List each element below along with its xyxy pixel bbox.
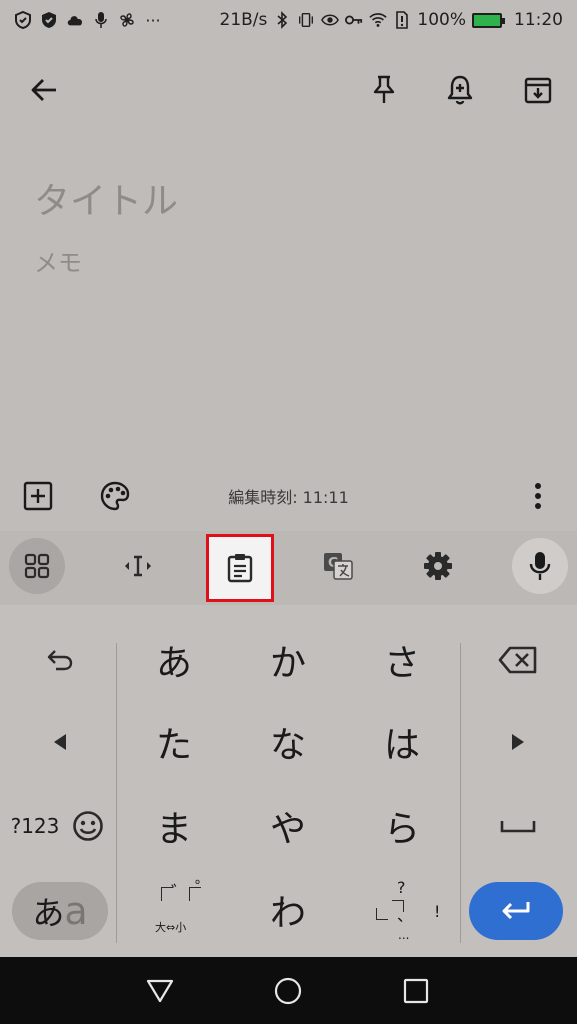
sim-alert-icon <box>393 11 411 29</box>
punct-exclaim: ! <box>434 902 441 921</box>
fan-icon <box>118 11 136 29</box>
kana-key-ta[interactable]: た <box>124 711 224 773</box>
keyboard: G ?123 あa あ か さ た な は ま や ら ゛ ゜ <box>0 531 577 957</box>
kana-key-sa[interactable]: さ <box>352 629 452 691</box>
navigation-bar <box>0 957 577 1024</box>
app-bar <box>0 52 577 128</box>
note-title-input[interactable]: タイトル <box>34 172 178 224</box>
network-speed: 21B/s <box>219 10 268 30</box>
space-key[interactable] <box>488 801 548 851</box>
apps-grid-icon[interactable] <box>9 538 65 594</box>
cloud-icon <box>66 11 84 29</box>
microphone-icon[interactable] <box>512 538 568 594</box>
backspace-key[interactable] <box>488 635 548 685</box>
kana-key-na[interactable]: な <box>238 711 338 773</box>
kana-key-ka[interactable]: か <box>238 629 338 691</box>
status-bar: ··· 21B/s 100% 11:20 <box>0 0 577 40</box>
punct-question: ? <box>397 878 406 897</box>
kana-key-a[interactable]: あ <box>124 629 224 691</box>
more-icon: ··· <box>145 10 161 30</box>
home-circle-icon[interactable] <box>273 976 303 1006</box>
kana-key-ma[interactable]: ま <box>124 795 224 857</box>
symbols-key[interactable]: ?123 <box>6 801 64 851</box>
dakuten-key[interactable]: ゛ ゜ 大⇔小 <box>124 875 224 947</box>
enter-key[interactable] <box>469 882 563 940</box>
kana-key-ya[interactable]: や <box>238 795 338 857</box>
archive-icon[interactable] <box>514 66 562 114</box>
note-body-input[interactable]: メモ <box>34 243 82 278</box>
pin-icon[interactable] <box>360 66 408 114</box>
keyboard-divider-right <box>460 643 461 943</box>
vibrate-icon <box>297 11 315 29</box>
wifi-icon <box>369 11 388 29</box>
shield-filled-icon <box>40 11 58 29</box>
punct-ellipsis: ... <box>398 928 410 942</box>
punct-period-box <box>376 908 388 920</box>
emoji-icon[interactable] <box>66 801 110 851</box>
battery-percent: 100% <box>417 10 466 30</box>
kana-key-wa[interactable]: わ <box>238 879 338 941</box>
kana-key-ha[interactable]: は <box>352 711 452 773</box>
undo-key[interactable] <box>30 635 90 685</box>
clock: 11:20 <box>514 10 563 30</box>
input-mode-key[interactable]: あa <box>12 882 108 940</box>
cursor-move-icon[interactable] <box>110 538 166 594</box>
keyboard-toolbar: G <box>0 531 577 605</box>
clipboard-icon[interactable] <box>206 534 274 602</box>
back-triangle-icon[interactable] <box>145 976 175 1006</box>
battery-icon <box>472 12 505 28</box>
shield-icon <box>14 11 32 29</box>
note-toolbar: 編集時刻: 11:11 <box>0 466 577 526</box>
key-icon <box>345 11 363 29</box>
mic-icon <box>92 11 110 29</box>
settings-gear-icon[interactable] <box>410 538 466 594</box>
dakuten-label: 大⇔小 <box>155 921 187 934</box>
recents-square-icon[interactable] <box>401 976 431 1006</box>
keyboard-divider-left <box>116 643 117 943</box>
cursor-left-key[interactable] <box>30 717 90 767</box>
back-arrow-icon[interactable] <box>20 66 68 114</box>
bluetooth-icon <box>273 11 291 29</box>
punctuation-key[interactable]: ? 、 ! ... <box>352 875 452 951</box>
cursor-right-key[interactable] <box>488 717 548 767</box>
eye-icon <box>321 11 340 29</box>
reminder-icon[interactable] <box>436 66 484 114</box>
kana-key-ra[interactable]: ら <box>352 795 452 857</box>
translate-icon[interactable]: G <box>310 538 366 594</box>
edit-time-label: 編集時刻: 11:11 <box>228 488 349 507</box>
more-vert-icon[interactable] <box>514 472 562 520</box>
